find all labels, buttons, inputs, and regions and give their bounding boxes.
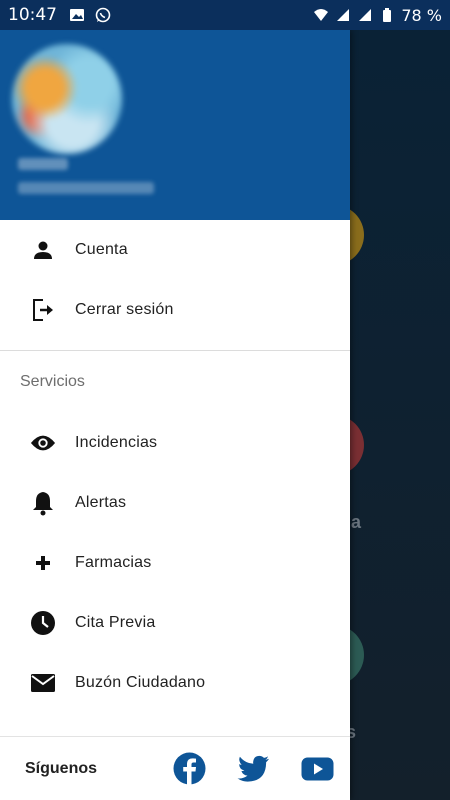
background-label: ia <box>350 512 362 532</box>
account-section: Cuenta Cerrar sesión <box>0 220 350 340</box>
background-tile <box>350 625 364 685</box>
user-name-blurred <box>18 158 68 170</box>
signal-icon <box>337 9 350 21</box>
menu-item-cita-previa[interactable]: Cita Previa <box>0 593 350 653</box>
background-label: s <box>350 722 357 742</box>
social-links <box>173 752 350 785</box>
menu-label: Cerrar sesión <box>75 301 174 318</box>
battery-level: 78 % <box>401 5 442 25</box>
whatsapp-icon <box>95 7 111 23</box>
wifi-icon <box>314 9 329 21</box>
status-right: 78 % <box>313 6 442 25</box>
menu-label: Buzón Ciudadano <box>75 674 206 691</box>
menu-label: Cuenta <box>75 241 128 258</box>
status-time: 10:47 <box>8 5 57 25</box>
menu-item-buzon-ciudadano[interactable]: Buzón Ciudadano <box>0 653 350 713</box>
avatar[interactable] <box>12 44 122 154</box>
signal-icon <box>359 9 372 21</box>
menu-label: Alertas <box>75 494 127 511</box>
plus-icon <box>30 550 56 576</box>
clock-icon <box>30 610 56 636</box>
menu-label: Cita Previa <box>75 614 156 631</box>
person-icon <box>30 237 56 263</box>
status-bar: 10:47 78 % <box>0 0 450 30</box>
menu-label: Farmacias <box>75 554 152 571</box>
notification-icons <box>69 7 111 23</box>
background-tile <box>350 415 364 475</box>
navigation-drawer: Cuenta Cerrar sesión Servicios Incidenci… <box>0 30 350 800</box>
background-app: ia s <box>350 30 450 800</box>
user-email-blurred <box>18 182 154 194</box>
drawer-footer: Síguenos <box>0 736 350 800</box>
services-section: Incidencias Alertas Farmacias Cita Previ… <box>0 413 350 713</box>
eye-icon <box>30 430 56 456</box>
menu-item-farmacias[interactable]: Farmacias <box>0 533 350 593</box>
bell-icon <box>30 490 56 516</box>
follow-us-label: Síguenos <box>25 759 98 777</box>
battery-icon <box>383 8 392 22</box>
logout-icon <box>30 297 56 323</box>
menu-item-cerrar-sesion[interactable]: Cerrar sesión <box>0 280 350 340</box>
menu-item-alertas[interactable]: Alertas <box>0 473 350 533</box>
facebook-icon[interactable] <box>173 752 206 785</box>
twitter-icon[interactable] <box>237 752 270 785</box>
image-icon <box>70 9 84 21</box>
mail-icon <box>30 670 56 696</box>
drawer-header <box>0 30 350 220</box>
menu-label: Incidencias <box>75 434 158 451</box>
youtube-icon[interactable] <box>301 752 334 785</box>
menu-item-cuenta[interactable]: Cuenta <box>0 220 350 280</box>
background-tile <box>350 205 364 265</box>
menu-item-incidencias[interactable]: Incidencias <box>0 413 350 473</box>
section-title-servicios: Servicios <box>20 373 85 390</box>
